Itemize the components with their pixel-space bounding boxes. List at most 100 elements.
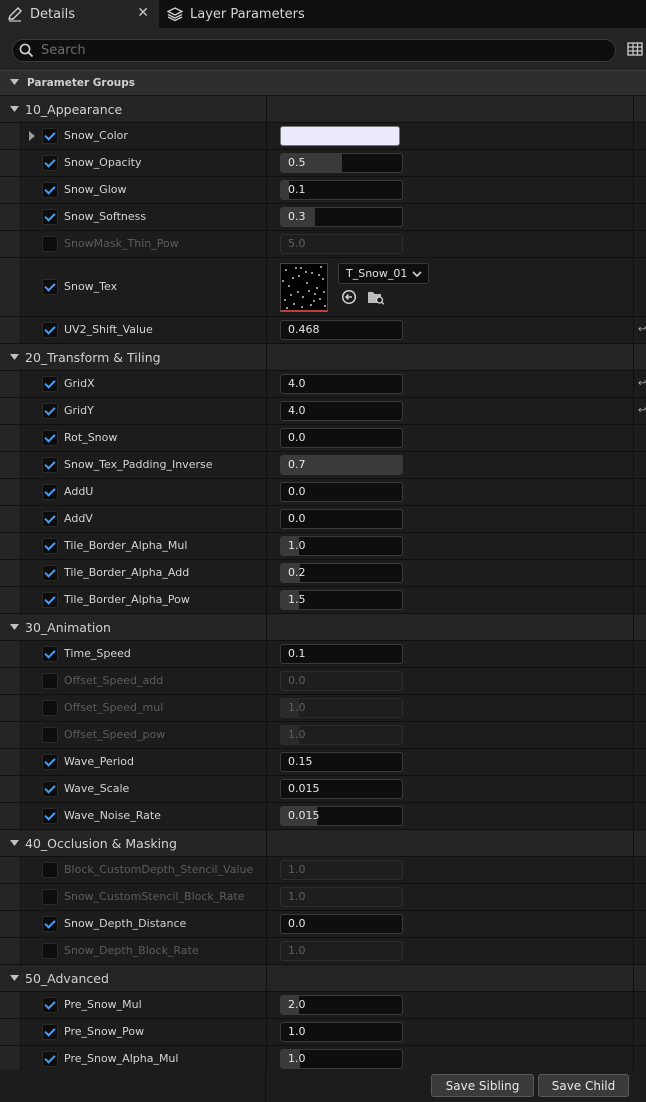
override-checkbox[interactable] xyxy=(42,279,58,295)
value-field[interactable]: 2.0 xyxy=(280,995,403,1015)
parameter-label-cell: Block_CustomDepth_Stencil_Value xyxy=(0,857,265,883)
value-text: 0.2 xyxy=(288,566,306,579)
override-checkbox[interactable] xyxy=(42,538,58,554)
override-checkbox[interactable] xyxy=(42,808,58,824)
extra-cell xyxy=(633,884,646,910)
parameter-row: Wave_Noise_Rate 0.015 xyxy=(0,803,646,830)
value-field[interactable]: 0.5 xyxy=(280,153,403,173)
browse-asset-icon[interactable] xyxy=(367,289,385,308)
override-checkbox[interactable] xyxy=(42,511,58,527)
close-icon[interactable]: ✕ xyxy=(137,5,149,21)
value-field[interactable]: 1.5 xyxy=(280,590,403,610)
value-field[interactable]: 0.3 xyxy=(280,207,403,227)
override-checkbox[interactable] xyxy=(42,209,58,225)
collapse-arrow-icon[interactable] xyxy=(10,972,19,985)
color-swatch[interactable] xyxy=(280,126,400,146)
value-field[interactable]: 0.0 xyxy=(280,914,403,934)
value-field[interactable]: 0.0 xyxy=(280,428,403,448)
override-checkbox[interactable] xyxy=(42,727,58,743)
parameter-row: Snow_CustomStencil_Block_Rate 1.0 xyxy=(0,884,646,911)
parameter-name: Snow_Depth_Block_Rate xyxy=(64,944,199,957)
override-checkbox[interactable] xyxy=(42,430,58,446)
group-header[interactable]: 20_Transform & Tiling xyxy=(0,344,646,371)
indent-gutter xyxy=(0,317,21,343)
save-child-button[interactable]: Save Child xyxy=(538,1074,629,1097)
override-checkbox[interactable] xyxy=(42,376,58,392)
expand-arrow-icon[interactable] xyxy=(29,131,36,144)
table-view-icon[interactable] xyxy=(627,42,643,59)
value-field[interactable]: 0.1 xyxy=(280,180,403,200)
value-text: 1.0 xyxy=(288,1052,306,1065)
override-checkbox[interactable] xyxy=(42,862,58,878)
value-field[interactable]: 1.0 xyxy=(280,1022,403,1042)
search-box[interactable] xyxy=(12,39,616,62)
override-checkbox[interactable] xyxy=(42,592,58,608)
override-checkbox[interactable] xyxy=(42,943,58,959)
group-header[interactable]: 30_Animation xyxy=(0,614,646,641)
override-checkbox[interactable] xyxy=(42,236,58,252)
parameter-groups-header[interactable]: Parameter Groups xyxy=(0,70,646,96)
override-checkbox[interactable] xyxy=(42,182,58,198)
override-checkbox[interactable] xyxy=(42,997,58,1013)
parameter-label-cell: Snow_Tex xyxy=(0,258,265,316)
save-sibling-button[interactable]: Save Sibling xyxy=(431,1074,534,1097)
value-field[interactable]: 0.0 xyxy=(280,482,403,502)
override-checkbox[interactable] xyxy=(42,484,58,500)
override-checkbox[interactable] xyxy=(42,916,58,932)
extra-cell xyxy=(633,587,646,613)
override-checkbox[interactable] xyxy=(42,646,58,662)
override-checkbox[interactable] xyxy=(42,565,58,581)
value-field[interactable]: 0.15 xyxy=(280,752,403,772)
value-field[interactable]: 0.468 xyxy=(280,320,403,340)
override-checkbox[interactable] xyxy=(42,1051,58,1067)
tab-layer-parameters[interactable]: Layer Parameters xyxy=(160,0,320,28)
value-field[interactable]: 4.0 xyxy=(280,374,403,394)
collapse-arrow-icon[interactable] xyxy=(10,837,19,850)
override-checkbox[interactable] xyxy=(42,403,58,419)
parameter-label-cell: Tile_Border_Alpha_Mul xyxy=(0,533,265,559)
use-selected-asset-icon[interactable] xyxy=(341,289,357,308)
value-text: 0.0 xyxy=(288,917,306,930)
reset-to-default-icon[interactable]: ↩ xyxy=(638,324,646,335)
value-field[interactable]: 0.7 xyxy=(280,455,403,475)
value-field[interactable]: 1.0 xyxy=(280,1049,403,1069)
group-header[interactable]: 10_Appearance xyxy=(0,96,646,123)
value-field[interactable]: 0.015 xyxy=(280,806,403,826)
value-field[interactable]: 4.0 xyxy=(280,401,403,421)
tab-details[interactable]: Details ✕ xyxy=(0,0,159,28)
parameter-label-cell: Tile_Border_Alpha_Pow xyxy=(0,587,265,613)
override-checkbox[interactable] xyxy=(42,700,58,716)
override-checkbox[interactable] xyxy=(42,322,58,338)
override-checkbox[interactable] xyxy=(42,1024,58,1040)
parameter-label-cell: AddV xyxy=(0,506,265,532)
texture-dropdown[interactable]: T_Snow_01 xyxy=(338,263,429,284)
override-checkbox[interactable] xyxy=(42,781,58,797)
override-checkbox[interactable] xyxy=(42,754,58,770)
parameter-row: AddU 0.0 xyxy=(0,479,646,506)
value-field[interactable]: 0.1 xyxy=(280,644,403,664)
override-checkbox[interactable] xyxy=(42,155,58,171)
override-checkbox[interactable] xyxy=(42,457,58,473)
texture-thumbnail[interactable] xyxy=(280,263,328,312)
group-header[interactable]: 40_Occlusion & Masking xyxy=(0,830,646,857)
collapse-arrow-icon[interactable] xyxy=(10,621,19,634)
reset-to-default-icon[interactable]: ↩ xyxy=(638,378,646,389)
reset-to-default-icon[interactable]: ↩ xyxy=(638,405,646,416)
override-checkbox[interactable] xyxy=(42,673,58,689)
parameter-value-cell: 4.0 xyxy=(266,371,633,397)
value-field[interactable]: 0.0 xyxy=(280,509,403,529)
override-checkbox[interactable] xyxy=(42,128,58,144)
group-header[interactable]: 50_Advanced xyxy=(0,965,646,992)
value-text: 0.1 xyxy=(288,647,306,660)
search-input[interactable] xyxy=(41,40,601,61)
value-field[interactable]: 0.2 xyxy=(280,563,403,583)
value-text: 0.0 xyxy=(288,512,306,525)
parameter-value-cell: 0.0 xyxy=(266,479,633,505)
collapse-arrow-icon[interactable] xyxy=(10,351,19,364)
parameter-name: Time_Speed xyxy=(64,647,131,660)
value-field[interactable]: 1.0 xyxy=(280,536,403,556)
override-checkbox[interactable] xyxy=(42,889,58,905)
value-field[interactable]: 0.015 xyxy=(280,779,403,799)
collapse-arrow-icon[interactable] xyxy=(10,103,19,116)
value-text: 0.0 xyxy=(288,431,306,444)
